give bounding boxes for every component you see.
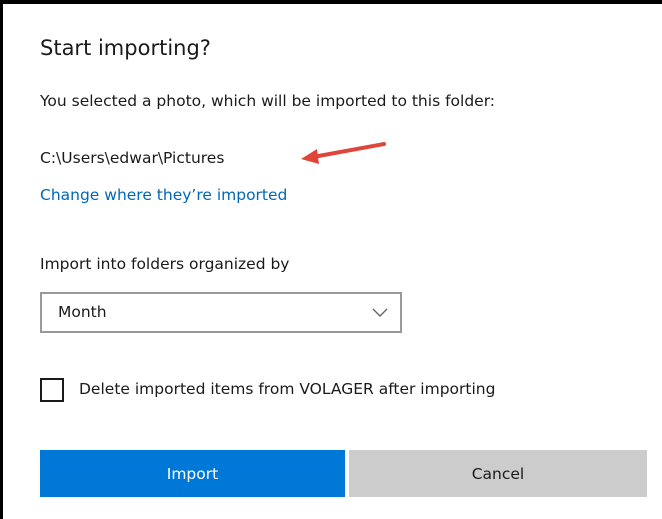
organize-by-label: Import into folders organized by bbox=[40, 255, 290, 273]
delete-after-import-checkbox[interactable] bbox=[40, 378, 64, 402]
change-location-link[interactable]: Change where they’re imported bbox=[40, 186, 287, 204]
dialog-title: Start importing? bbox=[40, 36, 211, 60]
import-button[interactable]: Import bbox=[40, 450, 345, 497]
folder-path: C:\Users\edwar\Pictures bbox=[40, 149, 225, 167]
dialog-subtitle: You selected a photo, which will be impo… bbox=[40, 92, 496, 110]
cancel-button[interactable]: Cancel bbox=[349, 450, 647, 497]
chevron-down-icon bbox=[372, 308, 388, 317]
annotation-arrow-icon bbox=[301, 142, 386, 164]
organize-by-value: Month bbox=[58, 303, 107, 321]
delete-after-import-label[interactable]: Delete imported items from VOLAGER after… bbox=[79, 380, 495, 398]
organize-by-dropdown[interactable]: Month bbox=[40, 292, 402, 333]
import-dialog: Start importing? You selected a photo, w… bbox=[0, 0, 662, 519]
